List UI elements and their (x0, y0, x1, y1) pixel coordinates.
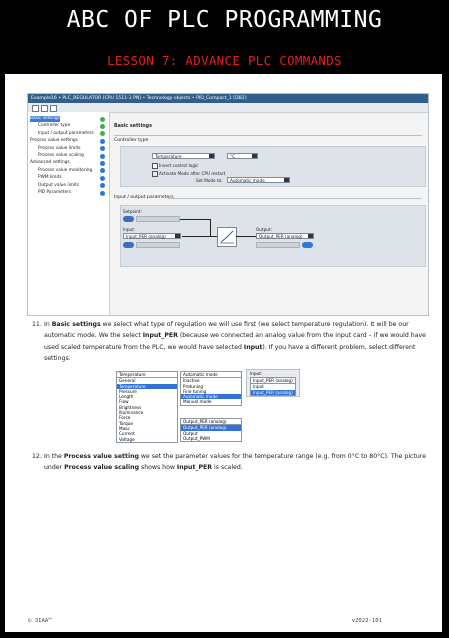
nav-item[interactable]: Advanced settings (30, 160, 70, 166)
paragraph-11: 11. In Basic settings we select what typ… (32, 321, 426, 362)
toolbar-icon[interactable] (41, 105, 48, 112)
pid-block (217, 227, 237, 247)
nav-item[interactable]: Input / output parameters (38, 131, 94, 137)
dropdown-option[interactable]: Manual mode (181, 399, 241, 404)
tia-screenshot: Example16 • PLC_REGULATOR [CPU 1511-1 PN… (27, 93, 429, 316)
nav-item[interactable]: Process value monitoring (38, 168, 92, 174)
dropdown-screenshots: Temperature General Temperature Pressure Len… (116, 369, 336, 443)
status-icon (100, 160, 105, 166)
output-field[interactable] (256, 242, 300, 248)
output-connector[interactable] (302, 242, 313, 248)
toolbar-icon[interactable] (32, 105, 39, 112)
mode-dropdown-list: Automatic mode Inactive Pretuning Fine tuni… (180, 371, 242, 406)
status-icon (100, 183, 105, 189)
input-dropdown-list: Input_PER (analog) Input Input_PER (analog… (250, 377, 296, 396)
activate-checkbox[interactable] (152, 171, 158, 177)
status-icon (100, 123, 105, 129)
status-icon (100, 190, 105, 196)
io-parameters-label: Input / output parameters (114, 195, 174, 200)
settings-content: Basic settings Controller type Temperatu… (110, 112, 428, 315)
toolbar-icon[interactable] (50, 105, 57, 112)
status-icon (100, 116, 105, 122)
nav-item[interactable]: PID Parameters (38, 190, 71, 196)
input-field[interactable] (136, 242, 180, 248)
nav-item[interactable]: Process value limits (38, 146, 80, 152)
unit-select[interactable]: °C (227, 153, 258, 159)
set-mode-select[interactable]: Automatic mode (227, 177, 290, 183)
input-dropdown-panel: Input: Input_PER (analog) Input Input_PER … (246, 369, 300, 397)
dropdown-option[interactable]: Input_PER (analog) (251, 389, 295, 395)
invert-checkbox[interactable] (152, 163, 158, 169)
invert-label: Invert control logic (159, 163, 199, 168)
section-basic-settings: Basic settings (114, 124, 152, 129)
status-icon (100, 131, 105, 137)
document-page: Example16 • PLC_REGULATOR [CPU 1511-1 PN… (5, 74, 442, 632)
status-icon (100, 146, 105, 152)
status-icon (100, 168, 105, 174)
dropdown-option[interactable]: Output_PWM (181, 436, 241, 441)
type-dropdown-list: Temperature General Temperature Pressure Len… (116, 371, 178, 443)
nav-item[interactable]: Output value limits (38, 183, 79, 189)
status-icon (100, 153, 105, 159)
input-label: Input: (123, 227, 136, 232)
nav-item[interactable]: Basic settings (30, 116, 60, 122)
setpoint-label: Setpoint: (123, 209, 142, 214)
output-select[interactable]: Output_PER (analog) (256, 233, 314, 239)
nav-item[interactable]: PWM limits (38, 175, 62, 181)
activate-label: Activate Mode after CPU restart (159, 171, 226, 176)
page-title: ABC OF PLC PROGRAMMING (66, 7, 383, 33)
output-label: Output: (256, 227, 272, 232)
nav-item[interactable]: Controller type (38, 123, 70, 129)
status-icon (100, 175, 105, 181)
setpoint-field[interactable] (136, 216, 180, 222)
controller-type-select[interactable]: Temperature (152, 153, 215, 159)
input-connector[interactable] (123, 242, 134, 248)
dropdown-option[interactable]: Voltage (117, 437, 177, 442)
paragraph-12: 12. In the Process value setting we set … (32, 453, 427, 472)
page-subtitle: LESSON 7: ADVANCE PLC COMMANDS (107, 53, 342, 68)
controller-type-label: Controller type (114, 138, 149, 143)
output-dropdown-list: Output_PER (analog) Output_PER (analog) Ou… (180, 418, 242, 443)
input-select[interactable]: Input_PER (analog) (123, 233, 181, 239)
nav-item[interactable]: Process value settings (30, 138, 78, 144)
setpoint-connector[interactable] (123, 216, 134, 222)
pid-curve-icon (220, 230, 234, 244)
nav-item[interactable]: Process value scaling (38, 153, 84, 159)
breadcrumb: Example16 • PLC_REGULATOR [CPU 1511-1 PN… (28, 94, 428, 103)
set-mode-label: Set Mode to: (196, 178, 223, 183)
footer-version: v2022-101 (351, 618, 382, 624)
settings-navigation: Basic settings Controller type Input / out… (28, 112, 110, 315)
footer-copyright: © 3IAA™ (28, 618, 52, 624)
status-icon (100, 138, 105, 144)
